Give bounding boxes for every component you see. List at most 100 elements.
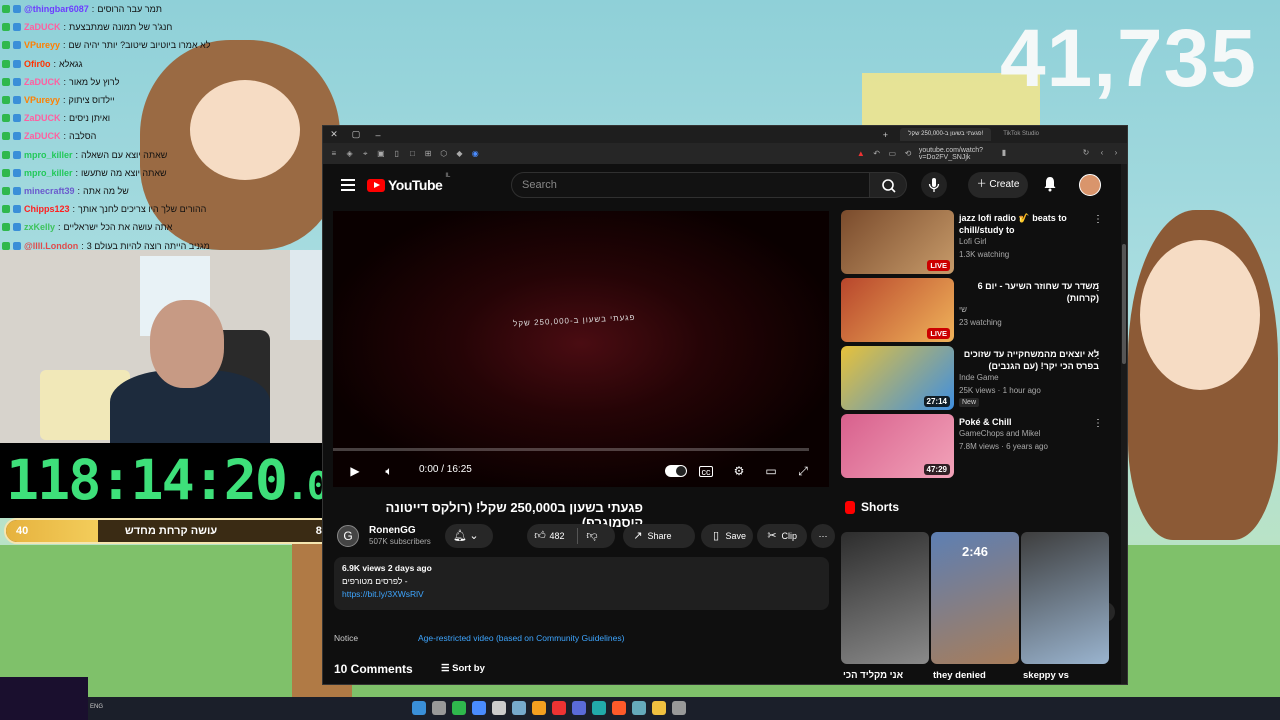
voice-search-button[interactable] xyxy=(921,172,947,198)
description-link[interactable]: https://bit.ly/3XWsRlV xyxy=(342,588,821,601)
account-avatar[interactable] xyxy=(1079,174,1101,196)
more-vert-icon[interactable]: ⋮ xyxy=(1093,418,1103,429)
grid-icon[interactable]: ⊞ xyxy=(423,149,433,159)
taskbar-app-icon[interactable] xyxy=(432,701,446,715)
taskbar-app-icon[interactable] xyxy=(512,701,526,715)
channel-name[interactable]: RonenGG xyxy=(369,525,416,536)
like-button[interactable]: 👍︎ 482 xyxy=(533,524,564,548)
back-arrow-icon[interactable]: ↶ xyxy=(872,149,882,159)
chat-username[interactable]: @thingbar6087 xyxy=(24,4,89,14)
more-vert-icon[interactable]: ⋮ xyxy=(1093,282,1103,293)
search-input[interactable]: Search xyxy=(511,172,871,198)
bookmark-icon[interactable]: ▮ xyxy=(999,148,1009,158)
chat-username[interactable]: ZaDUCK xyxy=(24,77,61,87)
recommended-video-title[interactable]: לא יוצאים מהמשחקייה עד שזוכים בפרס הכי י… xyxy=(959,348,1099,372)
address-bar[interactable]: youtube.com/watch?v=Do2FV_SNJjk xyxy=(919,147,1031,161)
nav-back-icon[interactable]: ‹ xyxy=(1097,148,1107,158)
warning-icon[interactable]: ▲ xyxy=(856,149,866,159)
tab-icon[interactable]: ▣ xyxy=(376,149,386,159)
create-button[interactable]: ＋ Create xyxy=(968,172,1028,198)
more-vert-icon[interactable]: ⋮ xyxy=(1093,350,1103,361)
taskbar-app-icon[interactable] xyxy=(572,701,586,715)
autoplay-toggle[interactable] xyxy=(665,465,687,477)
save-button[interactable]: ▯ Save xyxy=(701,524,753,548)
history-icon[interactable]: ⟲ xyxy=(903,149,913,159)
video-progress-bar[interactable] xyxy=(333,448,809,451)
share-button[interactable]: ↗ Share xyxy=(623,524,695,548)
recommended-video-title[interactable]: Poké & Chill xyxy=(959,416,1099,428)
reload-icon[interactable]: ↻ xyxy=(1081,148,1091,158)
screen-icon[interactable]: ▭ xyxy=(887,149,897,159)
taskbar-app-icon[interactable] xyxy=(552,701,566,715)
tab-youtube[interactable]: פגעתי בשעון ב-250,000 שקל! xyxy=(900,128,992,141)
channel-avatar[interactable]: G xyxy=(337,525,359,547)
taskbar-app-icon[interactable] xyxy=(532,701,546,715)
recommended-video-title[interactable]: jazz lofi radio 🎷 beats to chill/study t… xyxy=(959,212,1099,236)
shield-icon[interactable]: ◈ xyxy=(345,149,355,159)
youtube-logo[interactable]: YouTube IL xyxy=(367,173,450,193)
notice-link[interactable]: Age-restricted video (based on Community… xyxy=(418,633,624,643)
more-vert-icon[interactable]: ⋮ xyxy=(1093,214,1103,225)
recommended-video-channel[interactable]: GameChops and Mikel xyxy=(959,429,1040,438)
taskbar-app-icon[interactable] xyxy=(592,701,606,715)
sort-comments-button[interactable]: ☰ Sort by xyxy=(441,663,485,674)
recommended-video-channel[interactable]: Lofi Girl xyxy=(959,237,987,246)
video-player[interactable]: פגעתי בשעון ב-250,000 שקל xyxy=(333,211,829,487)
scrollbar-thumb[interactable] xyxy=(1122,244,1126,364)
taskbar-app-icon[interactable] xyxy=(472,701,486,715)
recommended-video[interactable]: LIVE jazz lofi radio 🎷 beats to chill/stu… xyxy=(841,210,1117,274)
settings-gear-icon[interactable]: ⚙ xyxy=(731,463,747,479)
volume-icon[interactable]: 🔈︎ xyxy=(381,463,397,479)
chat-username[interactable]: ZaDUCK xyxy=(24,113,61,123)
menu-icon[interactable]: ≡ xyxy=(329,149,339,159)
clip-button[interactable]: ✂ Clip xyxy=(757,524,807,548)
recommended-video[interactable]: 27:14 לא יוצאים מהמשחקייה עד שזוכים בפרס … xyxy=(841,346,1117,410)
pin-icon[interactable]: ⌖ xyxy=(360,149,370,159)
taskbar-app-icon[interactable] xyxy=(632,701,646,715)
recommended-video-title[interactable]: משדר עד שחוזר השיער - יום 6 (קרחות) xyxy=(959,280,1099,304)
chat-username[interactable]: mpro_killer xyxy=(24,168,73,178)
taskbar-app-icon[interactable] xyxy=(672,701,686,715)
video-thumbnail[interactable]: 27:14 xyxy=(841,346,954,410)
taskbar-app-icon[interactable] xyxy=(612,701,626,715)
search-button[interactable] xyxy=(869,172,907,198)
taskbar-app-icon[interactable] xyxy=(652,701,666,715)
video-thumbnail[interactable]: LIVE xyxy=(841,278,954,342)
diamond-icon[interactable]: ◆ xyxy=(455,149,465,159)
chat-username[interactable]: ZaDUCK xyxy=(24,131,61,141)
vpn-icon[interactable]: ◉ xyxy=(470,149,480,159)
chat-username[interactable]: minecraft39 xyxy=(24,186,75,196)
short-thumbnail[interactable] xyxy=(1021,532,1109,664)
recommended-video-channel[interactable]: Inde Game xyxy=(959,373,999,382)
subscription-bell-button[interactable]: 🔔︎ ⌄ xyxy=(445,524,493,548)
play-icon[interactable]: ▶ xyxy=(347,463,363,479)
tab-tiktok-studio[interactable]: TikTok Studio xyxy=(995,128,1047,141)
chat-username[interactable]: mpro_killer xyxy=(24,150,73,160)
window-icon[interactable]: □ xyxy=(408,149,418,159)
fullscreen-icon[interactable]: ⤢ xyxy=(795,463,811,479)
short-thumbnail[interactable]: 2:46 xyxy=(931,532,1019,664)
nav-forward-icon[interactable]: › xyxy=(1111,148,1121,158)
chat-username[interactable]: VPureyy xyxy=(24,95,60,105)
video-thumbnail[interactable]: LIVE xyxy=(841,210,954,274)
short-title[interactable]: skeppy vs xyxy=(1023,670,1069,681)
notifications-bell-icon[interactable] xyxy=(1043,176,1057,192)
thumbs-down-icon[interactable]: 👎︎ xyxy=(585,524,599,548)
close-icon[interactable]: ✕ xyxy=(323,129,345,140)
chat-username[interactable]: ZaDUCK xyxy=(24,22,61,32)
short-title[interactable]: אני מקליד הכי xyxy=(843,670,903,681)
chat-username[interactable]: Ofir0o xyxy=(24,59,51,69)
new-tab-icon[interactable]: + xyxy=(874,130,896,140)
miniplayer-icon[interactable]: ▭ xyxy=(763,463,779,479)
captions-icon[interactable]: cc xyxy=(699,466,713,477)
chat-username[interactable]: zxKelly xyxy=(24,222,55,232)
page-scrollbar[interactable] xyxy=(1121,164,1127,684)
taskbar-app-icon[interactable] xyxy=(412,701,426,715)
video-description[interactable]: 6.9K views 2 days ago - לפרסים מטורפים h… xyxy=(334,557,829,610)
recommended-video-channel[interactable]: שי xyxy=(959,305,967,314)
chat-username[interactable]: VPureyy xyxy=(24,40,60,50)
recommended-video[interactable]: LIVE משדר עד שחוזר השיער - יום 6 (קרחות) ש… xyxy=(841,278,1117,342)
more-actions-button[interactable]: ⋯ xyxy=(811,524,835,548)
taskbar-app-icon[interactable] xyxy=(492,701,506,715)
short-thumbnail[interactable] xyxy=(841,532,929,664)
